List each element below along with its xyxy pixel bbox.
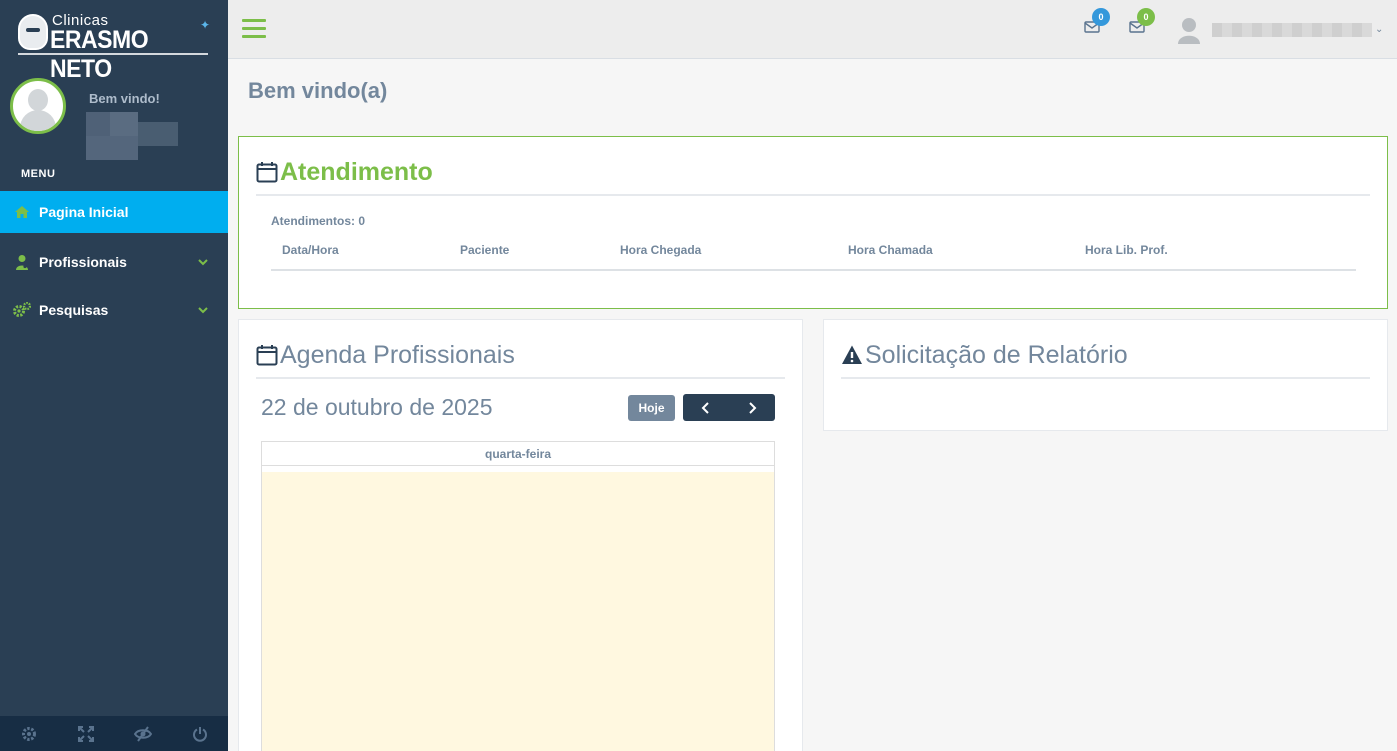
sidebar-item-label: Pagina Inicial bbox=[39, 204, 129, 220]
atendimento-table-header: Data/Hora Paciente Hora Chegada Hora Cha… bbox=[271, 234, 1356, 271]
column-header[interactable]: Data/Hora bbox=[282, 243, 339, 257]
chevron-down-icon bbox=[198, 259, 208, 266]
avatar bbox=[10, 78, 66, 134]
welcome-text: Bem vindo! bbox=[89, 91, 160, 106]
agenda-panel: Agenda Profissionais 22 de outubro de 20… bbox=[238, 319, 803, 751]
sidebar: Clinicas ERASMO NETO ✦ Bem vindo! MENU P… bbox=[0, 0, 228, 751]
mail-icon[interactable]: 0 bbox=[1129, 8, 1155, 38]
user-avatar-icon[interactable] bbox=[1176, 16, 1202, 44]
warning-icon bbox=[842, 345, 862, 364]
panel-header: Solicitação de Relatório bbox=[841, 333, 1370, 379]
home-icon bbox=[13, 203, 31, 221]
menu-toggle-icon[interactable] bbox=[242, 19, 266, 39]
sidebar-item-profissionais[interactable]: Profissionais bbox=[0, 241, 228, 283]
eye-slash-icon[interactable] bbox=[114, 716, 171, 751]
brand-logo[interactable]: Clinicas ERASMO NETO ✦ bbox=[16, 12, 216, 83]
top-nav: 0 0 ⌄ bbox=[228, 0, 1397, 59]
spark-icon: ✦ bbox=[200, 18, 211, 32]
logo-underline bbox=[18, 53, 208, 55]
sidebar-item-pesquisas[interactable]: Pesquisas bbox=[0, 289, 228, 331]
column-header[interactable]: Hora Chamada bbox=[848, 243, 933, 257]
mail-badge: 0 bbox=[1137, 8, 1155, 26]
power-icon[interactable] bbox=[171, 716, 228, 751]
calendar-nav bbox=[683, 394, 775, 421]
column-header[interactable]: Hora Chegada bbox=[620, 243, 701, 257]
panel-header: Agenda Profissionais bbox=[256, 333, 785, 379]
relatorio-panel: Solicitação de Relatório bbox=[823, 319, 1388, 431]
day-slots[interactable] bbox=[262, 472, 774, 751]
atendimentos-count: Atendimentos: 0 bbox=[271, 214, 366, 228]
panel-title: Atendimento bbox=[280, 157, 433, 186]
sidebar-item-label: Profissionais bbox=[39, 254, 127, 270]
cogs-icon bbox=[13, 301, 31, 319]
brand-big: ERASMO NETO bbox=[50, 26, 149, 83]
panel-title: Solicitação de Relatório bbox=[865, 340, 1128, 369]
user-name-redacted[interactable] bbox=[1212, 23, 1372, 37]
chevron-left-icon bbox=[701, 401, 709, 414]
sidebar-item-pagina-inicial[interactable]: Pagina Inicial bbox=[0, 191, 228, 233]
today-button[interactable]: Hoje bbox=[628, 395, 675, 421]
settings-icon[interactable] bbox=[0, 716, 57, 751]
logo-face-icon bbox=[18, 14, 48, 50]
mail-badge: 0 bbox=[1092, 8, 1110, 26]
panel-title: Agenda Profissionais bbox=[280, 340, 515, 369]
calendar-day-view: quarta-feira bbox=[261, 441, 775, 751]
calendar-icon bbox=[256, 162, 278, 183]
calendar-date: 22 de outubro de 2025 bbox=[261, 394, 493, 420]
sidebar-item-label: Pesquisas bbox=[39, 302, 109, 318]
chevron-right-icon bbox=[749, 401, 757, 414]
calendar-icon bbox=[256, 345, 278, 366]
column-header[interactable]: Hora Lib. Prof. bbox=[1085, 243, 1168, 257]
user-md-icon bbox=[13, 253, 31, 271]
fullscreen-icon[interactable] bbox=[57, 716, 114, 751]
chevron-down-icon[interactable]: ⌄ bbox=[1375, 24, 1383, 35]
atendimento-panel: Atendimento Atendimentos: 0 Data/Hora Pa… bbox=[238, 136, 1388, 309]
column-header[interactable]: Paciente bbox=[460, 243, 509, 257]
prev-button[interactable] bbox=[683, 394, 729, 421]
page-title: Bem vindo(a) bbox=[248, 78, 388, 103]
panel-header: Atendimento bbox=[256, 150, 1370, 196]
sidebar-footer bbox=[0, 716, 228, 751]
next-button[interactable] bbox=[729, 394, 775, 421]
menu-title: MENU bbox=[21, 168, 56, 180]
mail-icon[interactable]: 0 bbox=[1084, 8, 1110, 38]
day-header: quarta-feira bbox=[262, 442, 774, 466]
chevron-down-icon bbox=[198, 307, 208, 314]
